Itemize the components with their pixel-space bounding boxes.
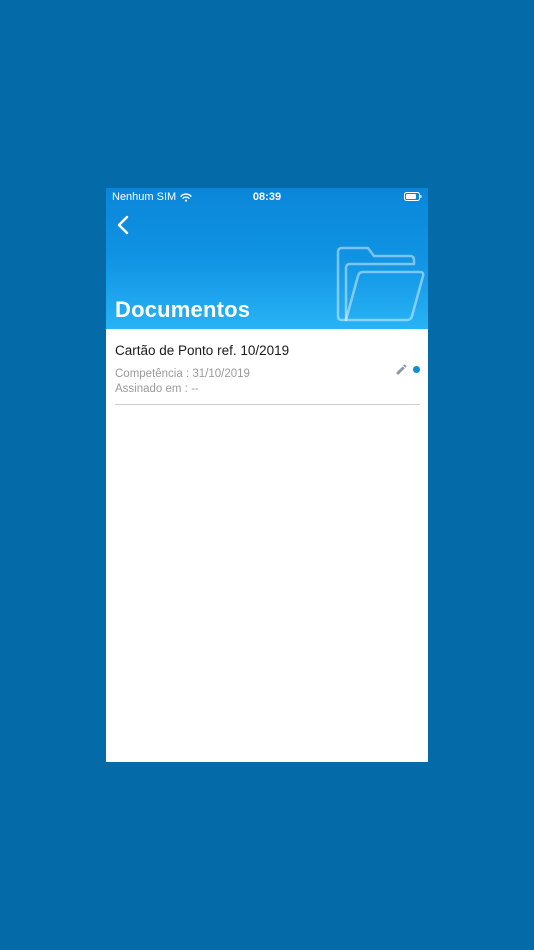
battery-icon xyxy=(404,192,422,201)
list-item[interactable]: Cartão de Ponto ref. 10/2019 Competência… xyxy=(115,341,420,405)
status-bar: Nenhum SIM 08:39 xyxy=(106,188,428,206)
pencil-icon[interactable] xyxy=(395,363,408,376)
chevron-left-icon xyxy=(117,215,129,235)
document-competencia: Competência : 31/10/2019 xyxy=(115,368,250,380)
back-button[interactable] xyxy=(110,212,136,238)
phone-screen: Nenhum SIM 08:39 Documentos Cartão de Po… xyxy=(106,188,428,762)
document-title: Cartão de Ponto ref. 10/2019 xyxy=(115,343,290,358)
status-time: 08:39 xyxy=(252,191,282,203)
status-indicator-dot xyxy=(413,366,420,373)
page-title: Documentos xyxy=(115,297,251,322)
header: Nenhum SIM 08:39 Documentos xyxy=(106,188,428,329)
folder-icon xyxy=(336,246,425,322)
document-assinado: Assinado em : -- xyxy=(115,383,199,395)
